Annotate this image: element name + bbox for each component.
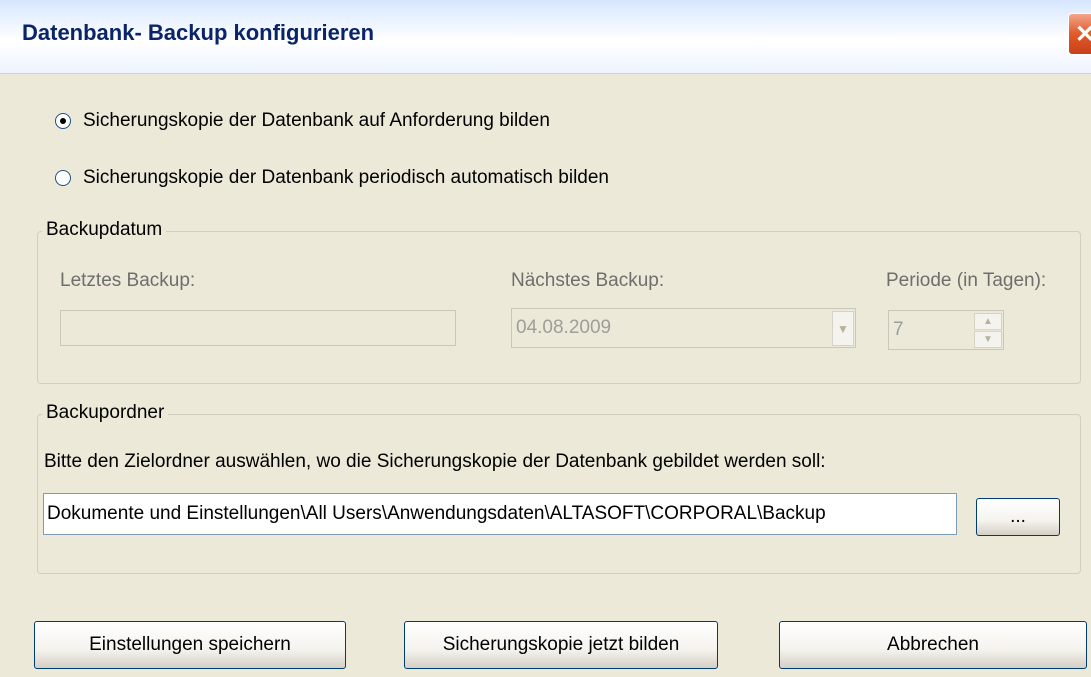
backup-folder-legend: Backupordner <box>42 402 169 424</box>
radio-on-demand[interactable]: Sicherungskopie der Datenbank auf Anford… <box>55 110 550 132</box>
spin-up-icon[interactable]: ▲ <box>974 313 1002 330</box>
dialog-body: Sicherungskopie der Datenbank auf Anford… <box>0 74 1091 677</box>
radio-on-demand-label[interactable]: Sicherungskopie der Datenbank auf Anford… <box>83 110 550 132</box>
title-bar[interactable]: Datenbank- Backup konfigurieren ✕ <box>0 0 1091 74</box>
spin-down-icon[interactable]: ▼ <box>974 331 1002 348</box>
next-backup-dropdown[interactable]: 04.08.2009 ▼ <box>511 308 856 348</box>
backup-date-legend: Backupdatum <box>42 219 167 241</box>
next-backup-value: 04.08.2009 <box>516 317 612 338</box>
last-backup-field[interactable] <box>60 310 456 346</box>
browse-folder-button[interactable]: ... <box>976 498 1060 536</box>
radio-periodic-label[interactable]: Sicherungskopie der Datenbank periodisch… <box>83 167 609 189</box>
close-icon: ✕ <box>1075 21 1091 48</box>
chevron-down-icon[interactable]: ▼ <box>832 311 854 346</box>
backup-date-group: Backupdatum Letztes Backup: Nächstes Bac… <box>37 219 1081 384</box>
backup-now-button[interactable]: Sicherungskopie jetzt bilden <box>404 621 718 669</box>
radio-periodic[interactable]: Sicherungskopie der Datenbank periodisch… <box>55 167 609 189</box>
backup-path-value: Dokumente und Einstellungen\All Users\An… <box>47 503 826 524</box>
close-button[interactable]: ✕ <box>1068 13 1091 55</box>
save-settings-button[interactable]: Einstellungen speichern <box>34 621 346 669</box>
window-title: Datenbank- Backup konfigurieren <box>22 20 375 45</box>
period-label: Periode (in Tagen): <box>886 270 1047 291</box>
backup-path-input[interactable]: Dokumente und Einstellungen\All Users\An… <box>43 493 957 535</box>
folder-instruction: Bitte den Zielordner auswählen, wo die S… <box>44 451 826 472</box>
radio-on-demand-indicator[interactable] <box>55 113 71 129</box>
period-spinner[interactable]: 7 ▲ ▼ <box>888 310 1004 350</box>
cancel-button[interactable]: Abbrechen <box>779 621 1087 669</box>
radio-periodic-indicator[interactable] <box>55 170 71 186</box>
period-value: 7 <box>893 319 904 340</box>
next-backup-label: Nächstes Backup: <box>511 270 665 291</box>
last-backup-label: Letztes Backup: <box>60 270 196 291</box>
backup-folder-group: Backupordner Bitte den Zielordner auswäh… <box>37 402 1081 574</box>
